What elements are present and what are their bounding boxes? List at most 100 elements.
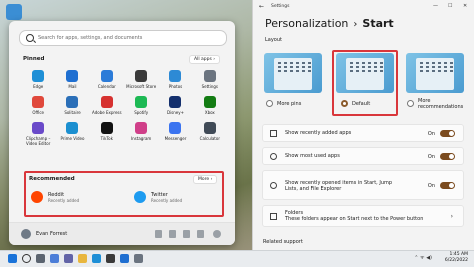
row-label: Show most used apps — [285, 153, 340, 159]
related-support-heading: Related support — [263, 239, 303, 245]
toggle-recently-added[interactable] — [440, 130, 455, 137]
pinned-app-photos[interactable]: Photos — [158, 70, 192, 89]
file-explorer-icon[interactable] — [78, 254, 87, 263]
layout-option-more-pins[interactable] — [264, 53, 322, 93]
pinned-app-label: Edge — [33, 84, 44, 89]
pinned-app-adobe-express[interactable]: Adobe Express — [90, 96, 124, 115]
pinned-app-clipchamp-video-editor[interactable]: Clipchamp – Video Editor — [21, 122, 55, 146]
close-icon[interactable]: ✕ — [463, 3, 467, 9]
windows-start-icon[interactable] — [8, 254, 17, 263]
teams-chat-icon[interactable] — [64, 254, 73, 263]
toggle-recently-opened[interactable] — [440, 182, 455, 189]
recommended-sub: Recently added — [48, 197, 80, 203]
xbox-icon — [203, 96, 216, 108]
minimize-icon[interactable]: — — [433, 3, 438, 9]
pinned-app-tiktok[interactable]: TikTok — [90, 122, 124, 146]
pinned-app-spotify[interactable]: Spotify — [124, 96, 158, 115]
pinned-app-label: Prime Video — [60, 136, 85, 141]
mail-taskbar-icon[interactable] — [120, 254, 129, 263]
downloads-icon[interactable] — [169, 230, 176, 238]
pinned-app-calculator[interactable]: Calculator — [193, 122, 227, 146]
widgets-icon[interactable] — [50, 254, 59, 263]
photos-icon — [169, 70, 182, 82]
avatar[interactable] — [21, 229, 31, 239]
option-label: More recommendations — [418, 98, 464, 110]
row-most-used: Show most used apps On — [262, 147, 464, 165]
spotify-icon — [135, 96, 148, 108]
breadcrumb-separator: › — [353, 19, 358, 30]
reddit-icon — [31, 191, 43, 203]
all-apps-button[interactable]: All apps › — [189, 55, 221, 64]
pinned-app-solitaire[interactable]: Solitaire — [55, 96, 89, 115]
layout-option-more-recommendations[interactable] — [406, 53, 464, 93]
store-taskbar-icon[interactable] — [106, 254, 115, 263]
edge-icon — [32, 70, 45, 82]
pinned-app-disney[interactable]: Disney+ — [158, 96, 192, 115]
row-label: Folders These folders appear on Start ne… — [285, 210, 424, 222]
pinned-app-label: Calculator — [199, 136, 220, 141]
row-label: Show recently added apps — [285, 130, 352, 136]
search-icon — [26, 34, 34, 42]
pinned-app-instagram[interactable]: Instagram — [124, 122, 158, 146]
pinned-app-label: Adobe Express — [92, 110, 122, 115]
recommended-item-twitter[interactable]: Twitter Recently added — [134, 191, 182, 203]
pinned-app-label: Settings — [201, 84, 219, 89]
messenger-icon — [169, 122, 182, 134]
pictures-icon[interactable] — [183, 230, 190, 238]
toggle-most-used[interactable] — [440, 153, 455, 160]
radio-more-recommendations[interactable] — [407, 100, 414, 107]
pins-preview — [278, 62, 312, 72]
office-icon — [32, 96, 45, 108]
edge-taskbar-icon[interactable] — [92, 254, 101, 263]
row-label: Show recently opened items in Start, Jum… — [285, 180, 393, 192]
maximize-icon[interactable]: ☐ — [448, 3, 452, 9]
clipchamp-video-editor-icon — [32, 122, 45, 134]
pinned-app-calendar[interactable]: Calendar — [90, 70, 124, 89]
clock[interactable]: 1:45 AM 6/22/2022 — [445, 252, 468, 264]
pinned-app-microsoft-store[interactable]: Microsoft Store — [124, 70, 158, 89]
user-name[interactable]: Evan Forrest — [36, 231, 67, 237]
documents-icon[interactable] — [155, 230, 162, 238]
pinned-app-label: Messenger — [164, 136, 187, 141]
adobe-express-icon — [100, 96, 113, 108]
pinned-app-label: Microsoft Store — [126, 84, 157, 89]
recommended-item-reddit[interactable]: Reddit Recently added — [31, 191, 79, 203]
system-tray[interactable]: ⌃ ᯤ ◀) — [414, 255, 432, 261]
twitter-icon — [134, 191, 146, 203]
option-label: Default — [352, 101, 371, 107]
pinned-app-edge[interactable]: Edge — [21, 70, 55, 89]
power-icon[interactable] — [213, 230, 221, 238]
clock-icon — [270, 182, 277, 189]
pinned-app-office[interactable]: Office — [21, 96, 55, 115]
recycle-bin-icon[interactable] — [6, 4, 22, 20]
pinned-app-messenger[interactable]: Messenger — [158, 122, 192, 146]
chart-icon — [270, 153, 277, 160]
pinned-app-label: Mail — [68, 84, 77, 89]
toggle-state: On — [427, 131, 435, 137]
task-view-icon[interactable] — [36, 254, 45, 263]
mail-icon — [66, 70, 79, 82]
radio-more-pins[interactable] — [266, 100, 273, 107]
settings-taskbar-icon[interactable] — [134, 254, 143, 263]
toggle-state: On — [427, 154, 435, 160]
settings-gear-icon[interactable] — [197, 230, 204, 238]
settings-icon — [203, 70, 216, 82]
microsoft-store-icon — [135, 70, 148, 82]
apps-icon — [270, 130, 277, 137]
recommended-sub: Recently added — [151, 197, 183, 203]
pinned-app-prime-video[interactable]: Prime Video — [55, 122, 89, 146]
pinned-app-settings[interactable]: Settings — [193, 70, 227, 89]
chevron-right-icon: › — [450, 213, 453, 220]
start-menu: Search for apps, settings, and documents… — [9, 21, 235, 245]
breadcrumb-parent[interactable]: Personalization — [265, 17, 348, 30]
taskbar-search-icon[interactable] — [22, 254, 31, 263]
back-arrow-icon[interactable]: ← — [259, 3, 264, 10]
pinned-app-xbox[interactable]: Xbox — [193, 96, 227, 115]
search-input[interactable]: Search for apps, settings, and documents — [38, 35, 142, 41]
radio-default[interactable] — [341, 100, 348, 107]
search-box[interactable]: Search for apps, settings, and documents — [19, 30, 227, 46]
pinned-app-mail[interactable]: Mail — [55, 70, 89, 89]
row-recently-added: Show recently added apps On — [262, 124, 464, 142]
folder-icon — [270, 213, 277, 220]
row-folders[interactable]: Folders These folders appear on Start ne… — [262, 205, 464, 227]
